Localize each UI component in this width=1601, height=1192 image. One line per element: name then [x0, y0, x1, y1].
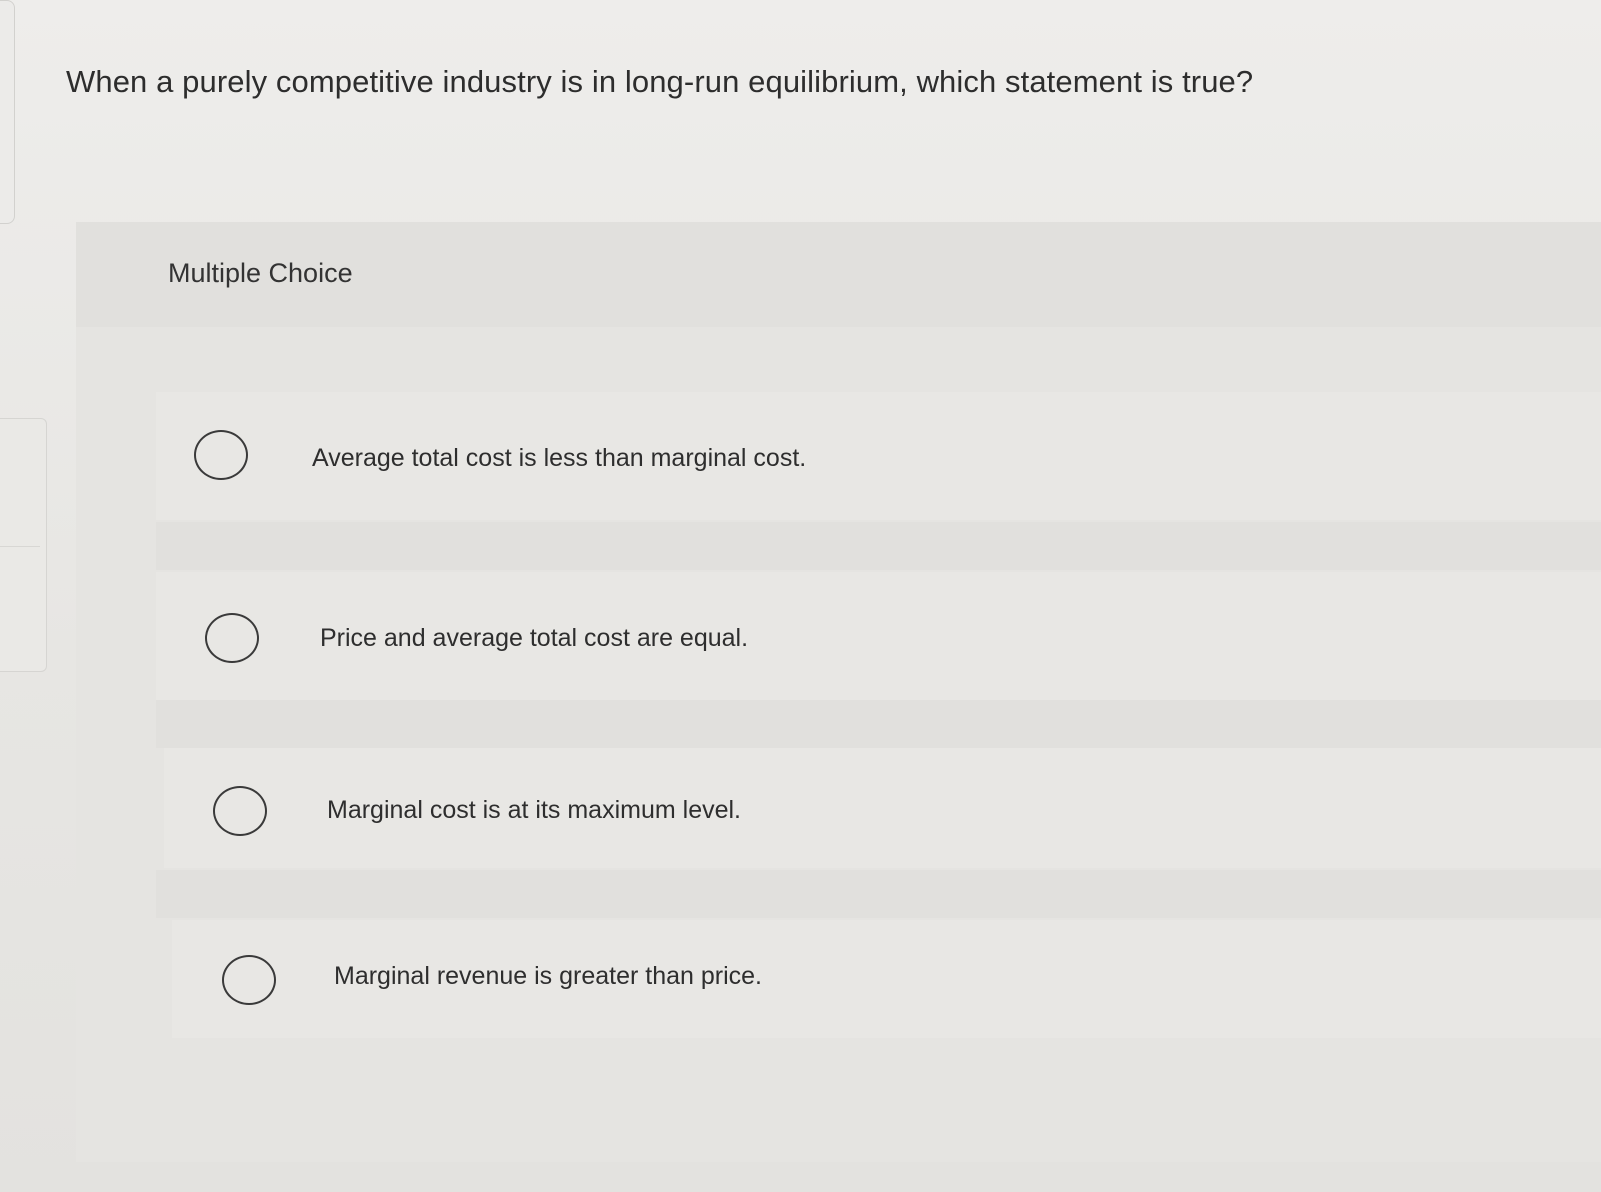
option-separator [156, 870, 1601, 918]
choice-radio-2[interactable] [205, 613, 259, 663]
option-separator [156, 700, 1601, 748]
left-sidebar-tab [0, 418, 47, 672]
page-background: When a purely competitive industry is in… [0, 0, 1601, 1192]
option-separator [156, 522, 1601, 570]
left-panel-edge [0, 0, 15, 224]
choice-label-1[interactable]: Average total cost is less than marginal… [312, 444, 806, 473]
sidebar-divider [0, 546, 40, 547]
question-text: When a purely competitive industry is in… [66, 64, 1254, 99]
question-type-label: Multiple Choice [168, 258, 353, 288]
choice-radio-3[interactable] [213, 786, 267, 836]
choice-label-2[interactable]: Price and average total cost are equal. [320, 624, 748, 653]
choice-label-4[interactable]: Marginal revenue is greater than price. [334, 962, 762, 991]
choice-radio-1[interactable] [194, 430, 248, 480]
choice-label-3[interactable]: Marginal cost is at its maximum level. [327, 796, 741, 825]
choice-radio-4[interactable] [222, 955, 276, 1005]
card-header: Multiple Choice [76, 222, 1601, 327]
